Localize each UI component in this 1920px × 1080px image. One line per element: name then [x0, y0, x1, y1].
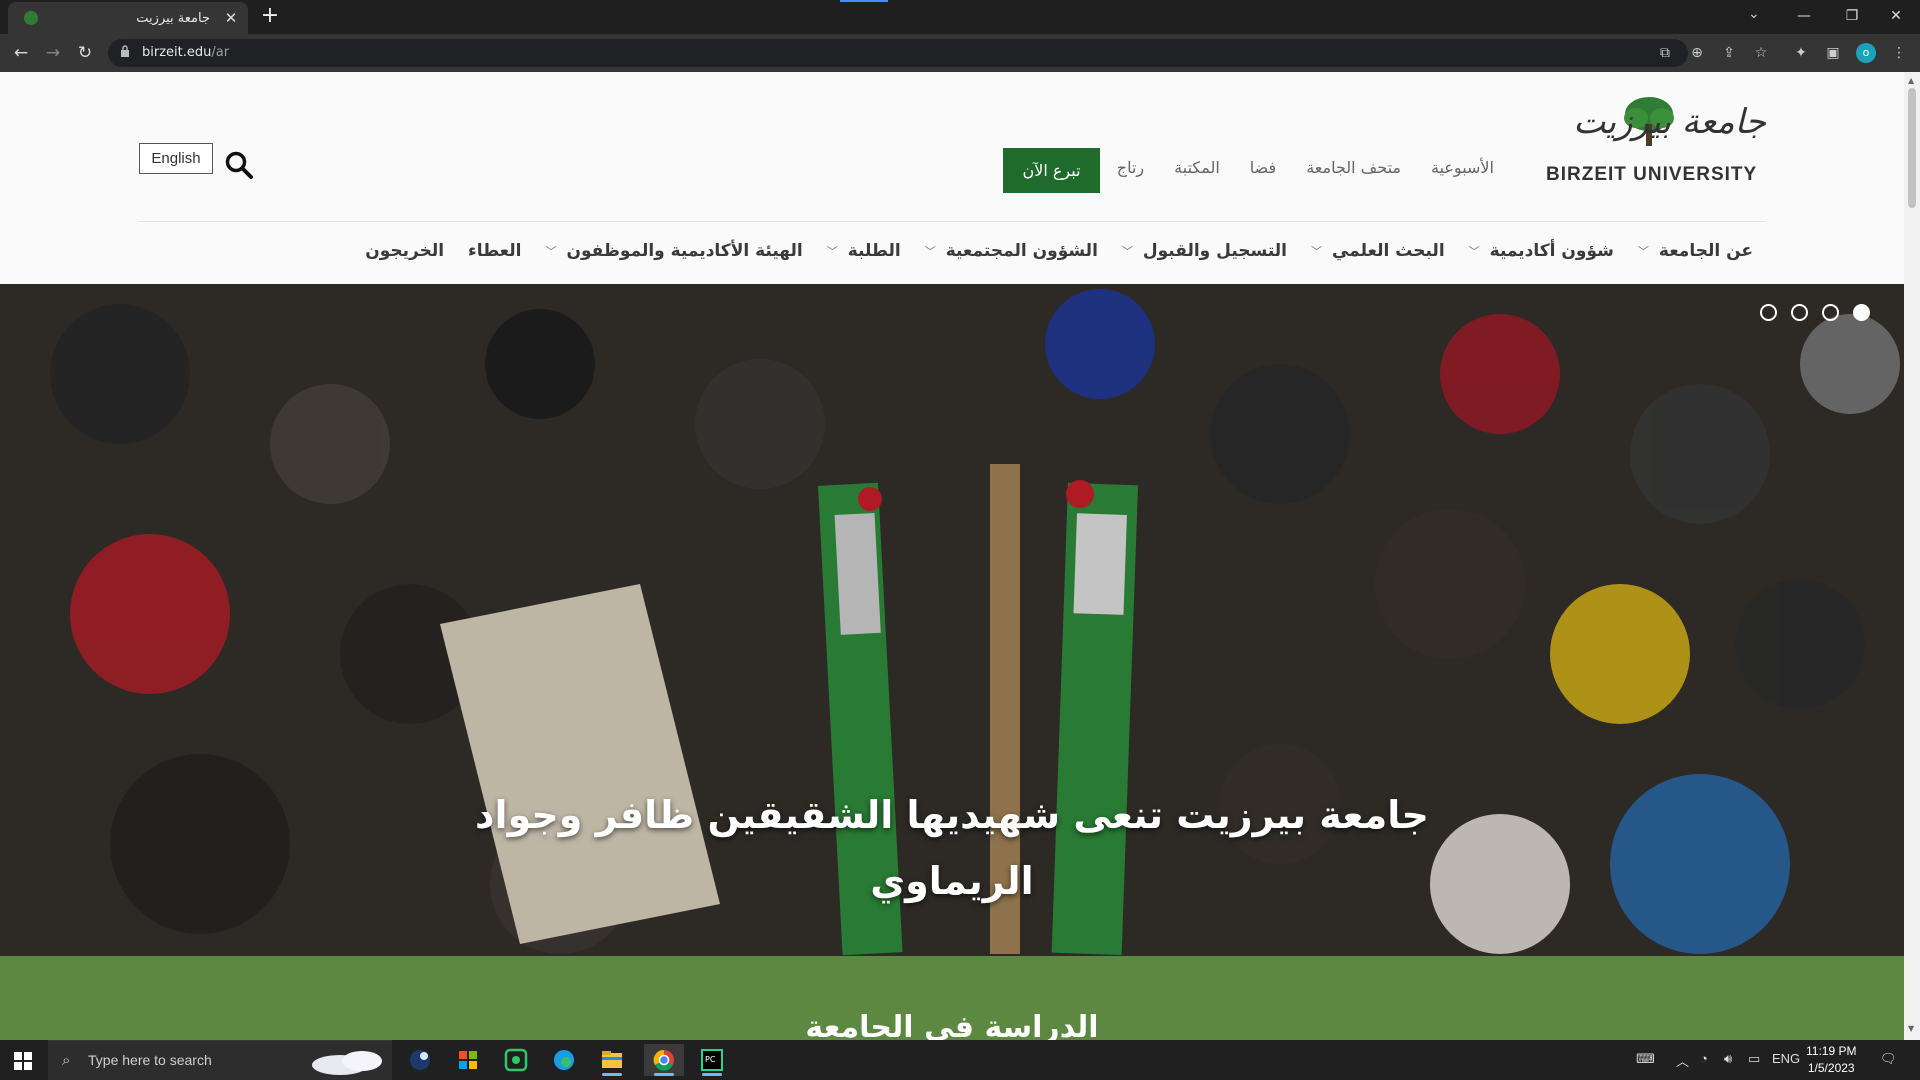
donate-button[interactable]: تبرع الآن: [1003, 148, 1100, 193]
slider-dot-active[interactable]: [1853, 304, 1870, 321]
translate-icon[interactable]: ⧉: [1656, 44, 1674, 62]
nav-divider: [139, 221, 1765, 222]
taskbar-search-placeholder: Type here to search: [88, 1052, 212, 1068]
file-explorer-app-icon[interactable]: [592, 1044, 632, 1076]
slider-dot[interactable]: [1791, 304, 1808, 321]
scroll-down-icon[interactable]: ▼: [1908, 1024, 1914, 1033]
taskbar-search-box[interactable]: ⌕ Type here to search: [48, 1040, 392, 1080]
chevron-down-icon: ﹀: [924, 245, 936, 258]
store-app-icon[interactable]: [448, 1044, 488, 1076]
hero-headline[interactable]: جامعة بيرزيت تنعى شهيديها الشقيقين ظافر …: [452, 782, 1452, 914]
edge-app-icon[interactable]: [544, 1044, 584, 1076]
clock-time: 11:19 PM: [1806, 1044, 1857, 1058]
site-favicon-icon: [24, 11, 38, 25]
search-icon: ⌕: [62, 1051, 71, 1069]
nav-item-research[interactable]: البحث العلمي ﹀: [1299, 234, 1457, 268]
new-tab-button[interactable]: +: [258, 5, 282, 29]
top-link-fada[interactable]: فضا: [1250, 158, 1276, 177]
back-arrow-icon[interactable]: ←: [10, 42, 32, 64]
browser-tab-active[interactable]: جامعة بيرزيت ✕: [8, 2, 248, 34]
chevron-down-icon: ﹀: [545, 245, 557, 258]
top-link-museum[interactable]: متحف الجامعة: [1306, 158, 1401, 177]
study-section: الدراسة في الجامعة: [0, 956, 1904, 1040]
system-clock[interactable]: 11:19 PM 1/5/2023: [1806, 1043, 1856, 1077]
keyboard-tray-icon[interactable]: ⌨: [1636, 1051, 1655, 1067]
web-page: جامعة بيرزيت BIRZEIT UNIVERSITY رتاج الم…: [0, 72, 1904, 1040]
loading-indicator: [840, 0, 888, 2]
pycharm-app-icon[interactable]: PC: [692, 1044, 732, 1076]
top-link-retaj[interactable]: رتاج: [1117, 158, 1144, 177]
share-icon[interactable]: ⇪: [1720, 44, 1738, 62]
nav-item-community[interactable]: الشؤون المجتمعية ﹀: [913, 234, 1110, 268]
side-panel-icon[interactable]: ▣: [1824, 44, 1842, 62]
network-icon[interactable]: ◔: [1700, 1051, 1708, 1066]
url-text: birzeit.edu/ar: [142, 45, 230, 60]
notifications-icon[interactable]: 🗨︎: [1880, 1051, 1897, 1067]
show-hidden-icons-chevron-icon[interactable]: ︿: [1676, 1051, 1689, 1070]
reload-icon[interactable]: ↻: [74, 42, 96, 64]
nav-item-about[interactable]: عن الجامعة ﹀: [1626, 234, 1765, 268]
forward-arrow-icon[interactable]: →: [42, 42, 64, 64]
slider-dot[interactable]: [1822, 304, 1839, 321]
zoom-icon[interactable]: ⊕: [1688, 44, 1706, 62]
english-language-button[interactable]: English: [139, 143, 213, 174]
extensions-puzzle-icon[interactable]: ✦: [1792, 44, 1810, 62]
chevron-down-icon: ﹀: [1310, 245, 1322, 258]
lock-icon: [121, 45, 129, 57]
university-logo[interactable]: جامعة بيرزيت BIRZEIT UNIVERSITY: [1540, 94, 1766, 190]
tab-close-icon[interactable]: ✕: [220, 7, 242, 29]
browser-tab-bar: جامعة بيرزيت ✕ + ⌄ — ❐ ✕: [0, 0, 1920, 34]
site-header: جامعة بيرزيت BIRZEIT UNIVERSITY رتاج الم…: [0, 72, 1904, 284]
window-close-button[interactable]: ✕: [1876, 4, 1916, 28]
logo-arabic-text: جامعة بيرزيت: [1573, 102, 1766, 142]
scrollbar-thumb[interactable]: [1908, 88, 1916, 208]
chevron-down-icon: ﹀: [1637, 245, 1649, 258]
address-bar[interactable]: birzeit.edu/ar: [108, 39, 1688, 67]
nav-item-admissions[interactable]: التسجيل والقبول ﹀: [1110, 234, 1299, 268]
logo-english-text: BIRZEIT UNIVERSITY: [1546, 164, 1758, 185]
svg-text:PC: PC: [705, 1055, 716, 1064]
browser-menu-icon[interactable]: ⋮: [1890, 44, 1908, 62]
bookmark-star-icon[interactable]: ☆: [1752, 44, 1770, 62]
slider-pagination: [1760, 304, 1870, 321]
nav-item-academic-affairs[interactable]: شؤون أكاديمية ﹀: [1457, 234, 1626, 268]
language-indicator[interactable]: ENG: [1772, 1051, 1800, 1066]
nav-item-students[interactable]: الطلبة ﹀: [815, 234, 913, 268]
browser-toolbar: ← → ↻ birzeit.edu/ar ⧉ ⊕ ⇪ ☆ ✦ ▣ o ⋮: [0, 34, 1920, 72]
search-highlight-icon: [312, 1051, 382, 1075]
nav-item-faculty-staff[interactable]: الهيئة الأكاديمية والموظفون ﹀: [534, 234, 815, 268]
minimize-button[interactable]: —: [1784, 4, 1824, 28]
chrome-app-icon[interactable]: [644, 1044, 684, 1076]
terminal-app-icon[interactable]: [496, 1044, 536, 1076]
clock-date: 1/5/2023: [1807, 1061, 1855, 1075]
top-link-weekly[interactable]: الأسبوعية: [1431, 158, 1494, 177]
windows-start-icon[interactable]: [14, 1052, 32, 1070]
profile-avatar[interactable]: o: [1856, 43, 1876, 63]
nav-item-alumni[interactable]: الخريجون: [353, 234, 456, 268]
scroll-up-icon[interactable]: ▲: [1908, 76, 1914, 85]
page-scrollbar[interactable]: ▲ ▼: [1904, 72, 1920, 1040]
chevron-down-icon: ﹀: [826, 245, 838, 258]
battery-icon[interactable]: ▭: [1748, 1051, 1760, 1067]
tab-search-chevron-icon[interactable]: ⌄: [1748, 6, 1760, 22]
tab-title: جامعة بيرزيت: [136, 10, 210, 26]
chevron-down-icon: ﹀: [1121, 245, 1133, 258]
nav-item-giving[interactable]: العطاء: [456, 234, 533, 268]
slider-dot[interactable]: [1760, 304, 1777, 321]
search-icon[interactable]: [224, 150, 254, 180]
top-links: رتاج المكتبة فضا متحف الجامعة الأسبوعية: [1117, 158, 1494, 177]
volume-icon[interactable]: 🔊︎: [1724, 1051, 1732, 1067]
top-link-library[interactable]: المكتبة: [1174, 158, 1220, 177]
chevron-down-icon: ﹀: [1468, 245, 1480, 258]
section-heading: الدراسة في الجامعة: [805, 1010, 1099, 1040]
hero-slider[interactable]: جامعة بيرزيت تنعى شهيديها الشقيقين ظافر …: [0, 284, 1904, 956]
main-navigation: عن الجامعة ﹀ شؤون أكاديمية ﹀ البحث العلمي ﹀…: [353, 234, 1765, 268]
steam-app-icon[interactable]: [400, 1044, 440, 1076]
restore-button[interactable]: ❐: [1832, 4, 1872, 28]
windows-taskbar: ⌕ Type here to search PC ⌨ ︿ ◔ 🔊︎ ▭ ENG …: [0, 1040, 1920, 1080]
